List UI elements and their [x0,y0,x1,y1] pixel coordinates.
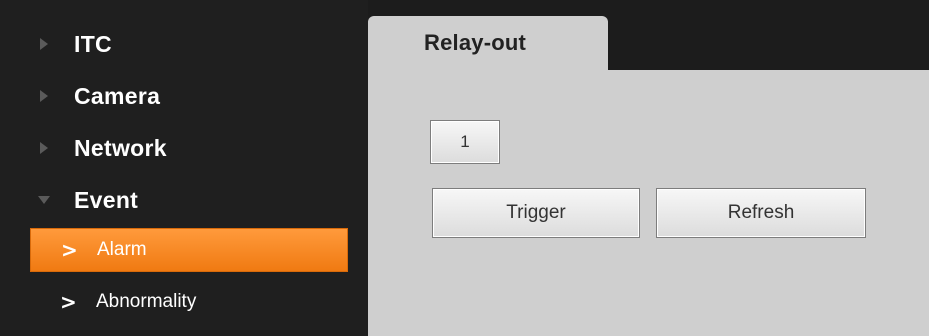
refresh-button[interactable]: Refresh [656,188,866,238]
sidebar-item-label: Camera [74,82,161,109]
chevron-right-icon: > [61,238,78,262]
triangle-down-icon [38,196,50,204]
sidebar-subitem-label: Abnormality [96,291,197,312]
main-panel: Relay-out 1 Trigger Refresh [368,16,929,336]
trigger-button[interactable]: Trigger [432,188,640,238]
tab-label: Relay-out [424,30,527,55]
triangle-right-icon [40,90,48,102]
sidebar-item-camera[interactable]: Camera [0,76,360,116]
app-root: ITC Camera Network Event > Alarm > Abnor… [0,0,929,336]
sidebar-subitem-label: Alarm [97,239,147,260]
triangle-right-icon [40,38,48,50]
sidebar-item-label: ITC [74,30,112,57]
triangle-right-icon [40,142,48,154]
sidebar-item-network[interactable]: Network [0,128,360,168]
sidebar-menu: ITC Camera Network Event > Alarm > Abnor… [0,0,368,336]
tab-relay-out[interactable]: Relay-out [368,16,608,70]
sidebar-item-label: Network [74,134,167,161]
sidebar-subitem-abnormality[interactable]: > Abnormality [30,280,348,324]
sidebar-item-itc[interactable]: ITC [0,24,360,64]
sidebar-item-event[interactable]: Event [0,180,360,220]
tab-bar: Relay-out [368,16,929,70]
relay-channel-1-button[interactable]: 1 [430,120,500,164]
sidebar-item-label: Event [74,186,139,213]
chevron-right-icon: > [60,290,77,314]
sidebar-subitem-alarm[interactable]: > Alarm [30,228,348,272]
